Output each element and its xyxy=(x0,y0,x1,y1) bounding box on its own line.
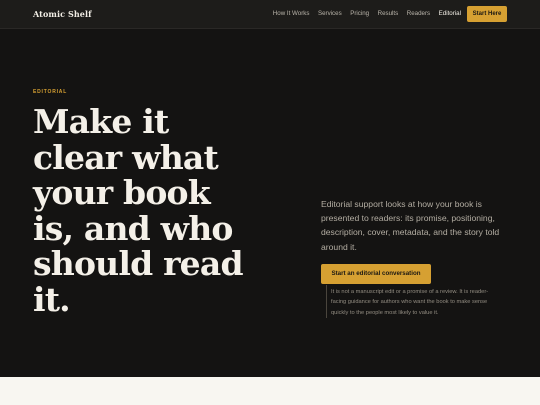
nav-link-editorial[interactable]: Editorial xyxy=(439,10,461,17)
eyebrow-label: EDITORIAL xyxy=(33,89,68,95)
start-here-button[interactable]: Start Here xyxy=(467,6,507,22)
top-nav: Atomic Shelf How It Works Services Prici… xyxy=(0,0,540,29)
hero-headline: Make it clear what your book is, and who… xyxy=(33,102,244,319)
nav-link-pricing[interactable]: Pricing xyxy=(350,10,369,17)
nav-link-readers[interactable]: Readers xyxy=(407,10,430,17)
nav-link-how-it-works[interactable]: How It Works xyxy=(273,10,310,17)
nav-links: How It Works Services Pricing Results Re… xyxy=(264,10,461,17)
nav-link-services[interactable]: Services xyxy=(318,10,342,17)
editorial-conversation-button[interactable]: Start an editorial conversation xyxy=(321,264,431,284)
brand-logo[interactable]: Atomic Shelf xyxy=(33,9,92,19)
hero-lede: Editorial support looks at how your book… xyxy=(321,199,500,252)
next-section xyxy=(0,377,540,405)
hero-note: It is not a manuscript edit or a promise… xyxy=(326,285,491,318)
nav-link-results[interactable]: Results xyxy=(378,10,399,17)
